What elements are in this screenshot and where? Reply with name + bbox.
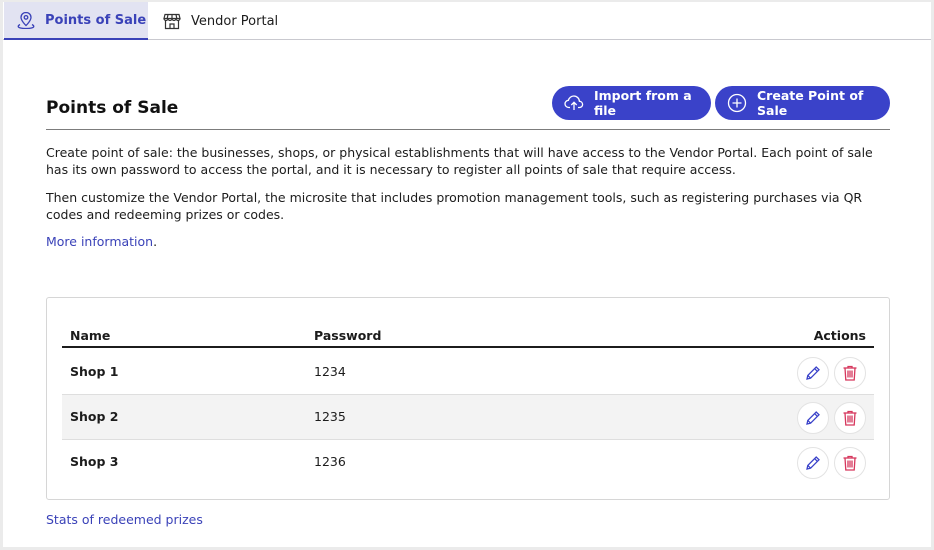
tab-label: Vendor Portal	[191, 13, 279, 29]
shop-password: 1236	[314, 454, 346, 469]
tab-label: Points of Sale	[45, 12, 147, 28]
shop-name: Shop 2	[70, 409, 119, 424]
column-header-password: Password	[314, 328, 382, 343]
pencil-icon	[806, 456, 820, 470]
edit-button[interactable]	[797, 447, 829, 479]
create-label: Create Point of Sale	[757, 88, 864, 118]
delete-button[interactable]	[834, 447, 866, 479]
column-header-actions: Actions	[813, 328, 866, 343]
plus-circle-icon	[727, 93, 747, 113]
table-row: Shop 3 1236	[62, 440, 874, 485]
stats-redeemed-prizes-link[interactable]: Stats of redeemed prizes	[46, 512, 203, 527]
cloud-upload-icon	[564, 95, 584, 110]
pencil-icon	[806, 411, 820, 425]
page-title: Points of Sale	[46, 98, 179, 118]
shop-password: 1235	[314, 409, 346, 424]
more-information-period: .	[153, 234, 158, 249]
table-row: Shop 2 1235	[62, 395, 874, 440]
delete-button[interactable]	[834, 402, 866, 434]
table-row: Shop 1 1234	[62, 350, 874, 395]
shop-name: Shop 1	[70, 364, 119, 379]
description-paragraph-2: Then customize the Vendor Portal, the mi…	[46, 190, 863, 222]
column-header-name: Name	[70, 328, 111, 343]
storefront-icon	[163, 12, 181, 30]
trash-icon	[843, 455, 857, 471]
import-from-file-button[interactable]: Import from a file	[552, 86, 711, 120]
shop-name: Shop 3	[70, 454, 119, 469]
trash-icon	[843, 365, 857, 381]
location-pin-icon	[17, 11, 35, 30]
tab-bar: Points of Sale Vendor Portal	[3, 2, 931, 40]
title-divider	[46, 129, 890, 130]
more-information-link[interactable]: More information	[46, 234, 153, 249]
create-point-of-sale-button[interactable]: Create Point of Sale	[715, 86, 890, 120]
pencil-icon	[806, 366, 820, 380]
app-frame: Points of Sale Vendor Portal Points of S…	[3, 2, 931, 547]
edit-button[interactable]	[797, 402, 829, 434]
edit-button[interactable]	[797, 357, 829, 389]
description-paragraph-1: Create point of sale: the businesses, sh…	[46, 145, 873, 177]
shop-password: 1234	[314, 364, 346, 379]
tab-vendor-portal[interactable]: Vendor Portal	[163, 2, 278, 40]
import-label: Import from a file	[594, 88, 692, 118]
table-header: Name Password Actions	[62, 320, 874, 348]
trash-icon	[843, 410, 857, 426]
more-information-row: More information.	[46, 234, 157, 249]
delete-button[interactable]	[834, 357, 866, 389]
tab-points-of-sale[interactable]: Points of Sale	[4, 2, 148, 40]
points-of-sale-table-card: Name Password Actions Shop 1 1234 Shop 2…	[46, 297, 890, 500]
